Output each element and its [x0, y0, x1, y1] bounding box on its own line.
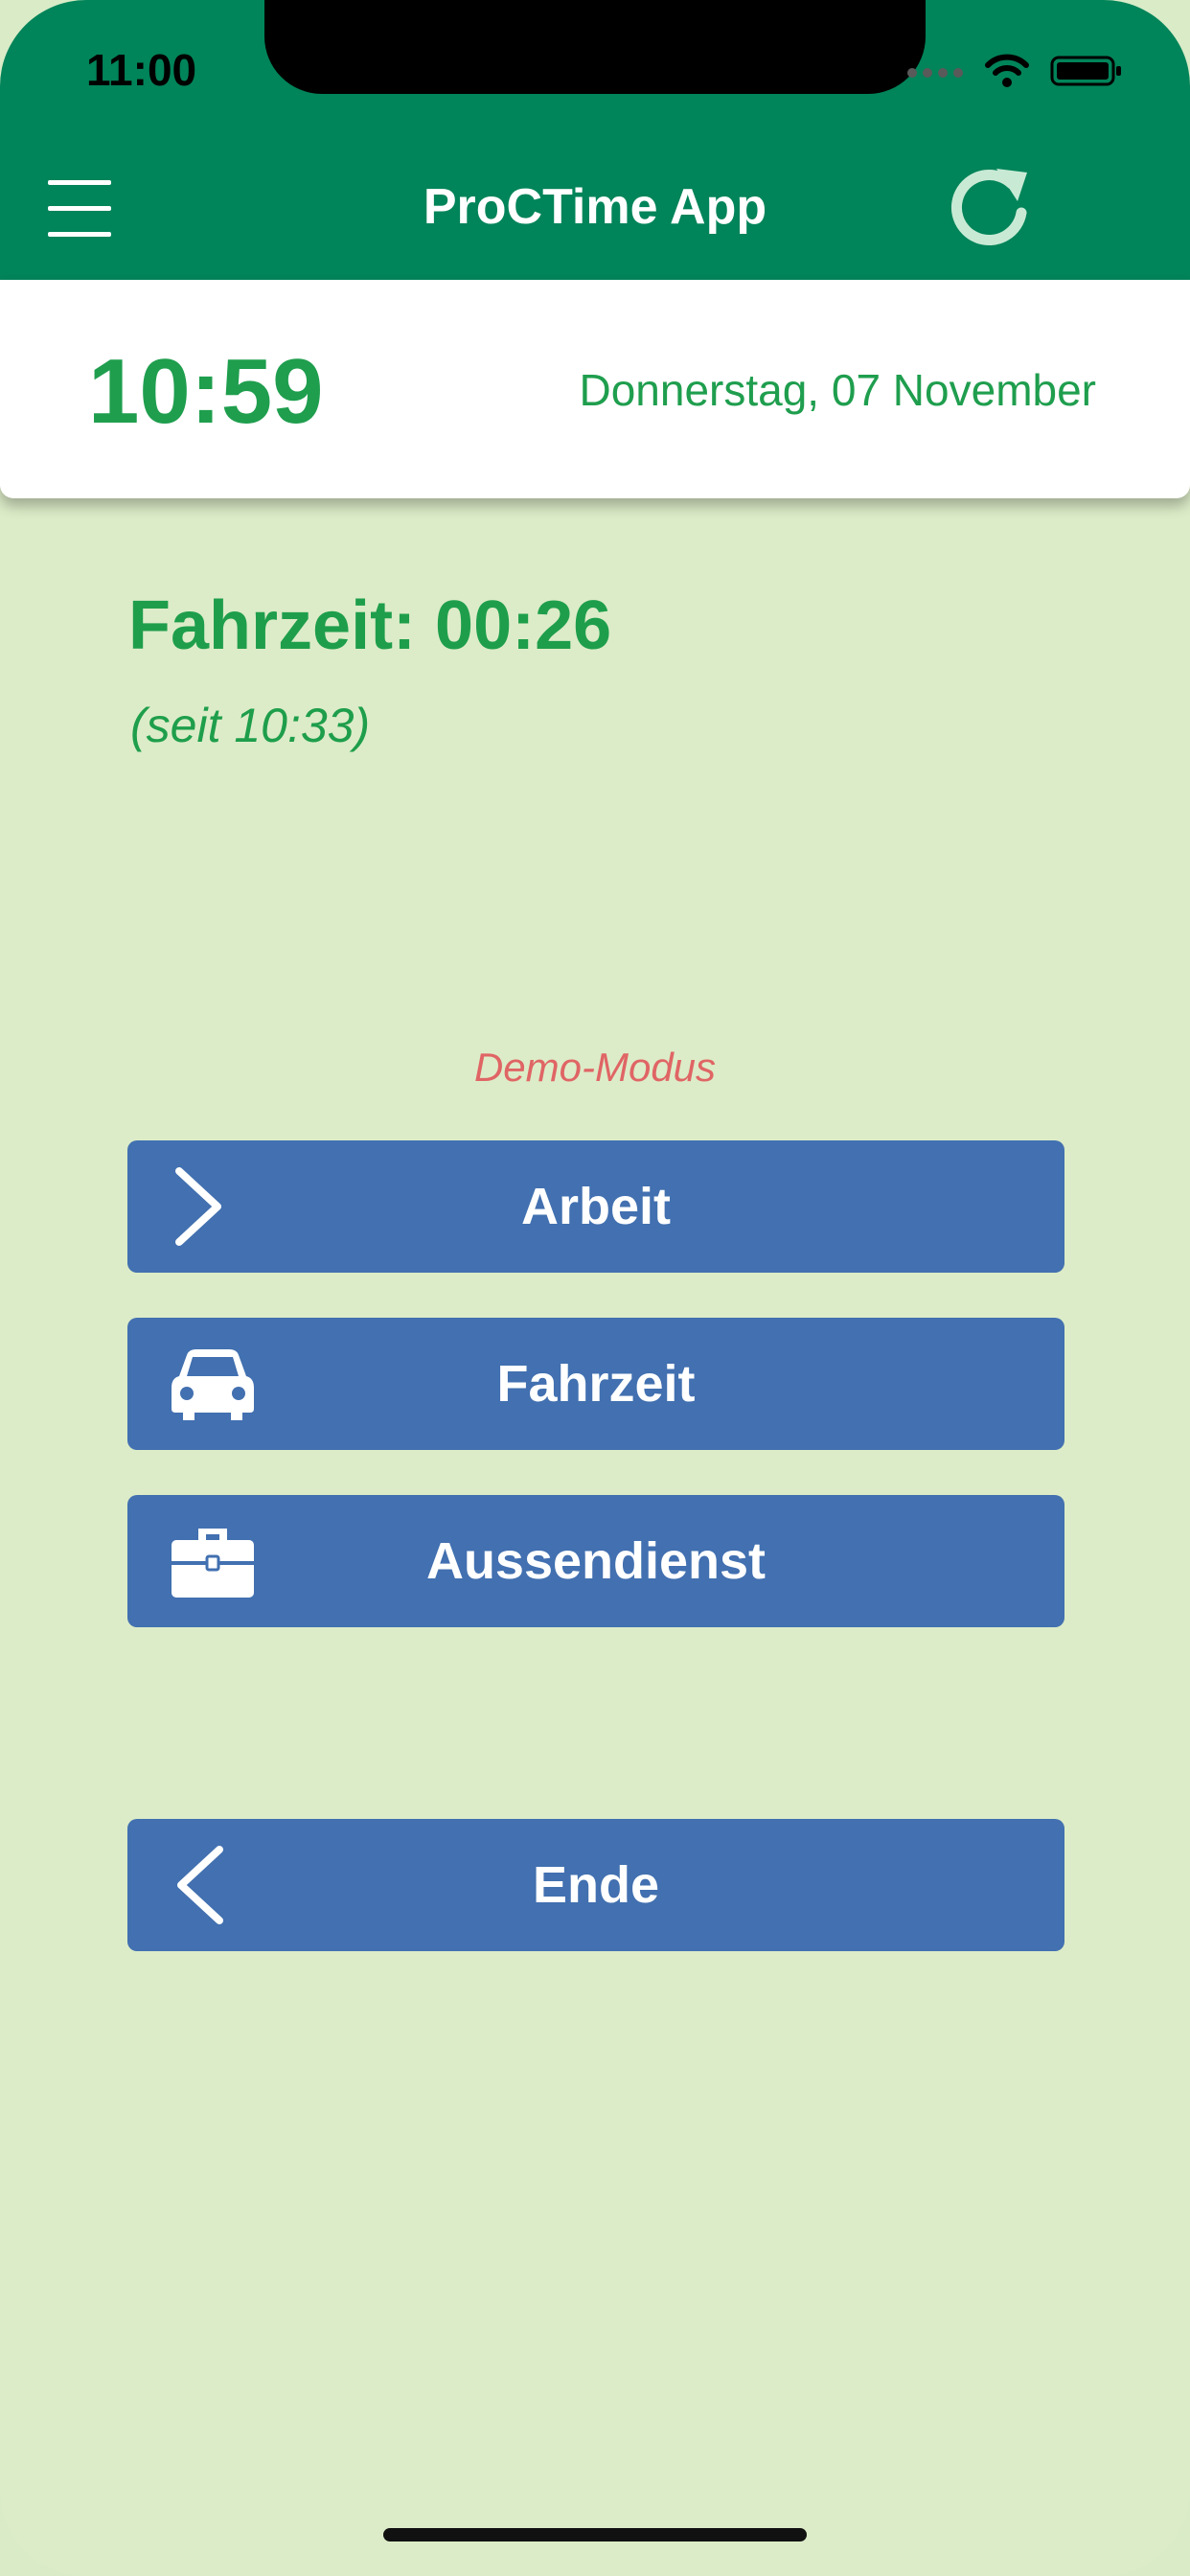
demo-mode-label: Demo-Modus — [473, 1045, 717, 1090]
aussendienst-button[interactable]: Aussendienst — [127, 1495, 1064, 1627]
briefcase-icon — [172, 1529, 254, 1598]
car-icon — [172, 1349, 254, 1420]
battery-icon — [1050, 56, 1121, 86]
arbeit-button[interactable]: Arbeit — [127, 1140, 1064, 1273]
current-status: Fahrzeit: 00:26 — [128, 587, 612, 664]
clock-card: 10:59 Donnerstag, 07 November — [0, 280, 1190, 498]
home-indicator[interactable] — [383, 2528, 807, 2542]
current-time: 10:59 — [88, 340, 324, 443]
wifi-icon — [985, 54, 1029, 87]
device-notch — [264, 0, 926, 94]
chevron-right-icon — [175, 1167, 221, 1246]
aussendienst-button-label: Aussendienst — [425, 1532, 767, 1590]
refresh-icon[interactable] — [943, 163, 1035, 255]
arbeit-button-label: Arbeit — [520, 1178, 671, 1235]
ende-button-label: Ende — [532, 1856, 660, 1914]
status-since: (seit 10:33) — [130, 699, 371, 752]
fahrzeit-button[interactable]: Fahrzeit — [127, 1318, 1064, 1450]
cellular-signal-icon — [907, 68, 963, 78]
current-date: Donnerstag, 07 November — [579, 365, 1096, 415]
status-bar-icons — [906, 54, 1123, 88]
chevron-left-icon — [177, 1846, 223, 1924]
status-bar-time: 11:00 — [86, 45, 197, 95]
app-screen: 11:00 ProCTime App 10:59 Donnerstag, 07 … — [0, 0, 1190, 2576]
ende-button[interactable]: Ende — [127, 1819, 1064, 1951]
fahrzeit-button-label: Fahrzeit — [496, 1355, 696, 1413]
